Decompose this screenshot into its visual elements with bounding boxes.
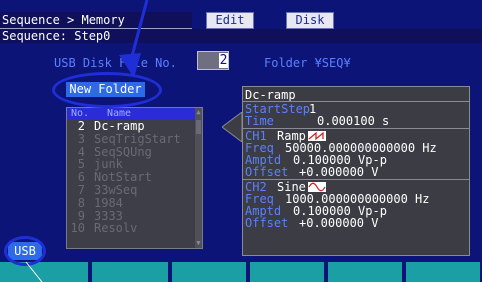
file-row[interactable]: 4 SeqSQUng [67,145,195,159]
start-step-value: 1 [309,102,317,116]
file-row[interactable]: 8 1984 [67,195,195,210]
sequence-status: Sequence: Step0 [0,29,482,43]
softkey-bar [0,262,482,282]
row-name: SeqTrigStart [94,131,181,146]
softkey-1[interactable] [0,262,90,282]
row-no: 3 [77,131,85,146]
scroll-up-icon[interactable]: ▲ [195,109,202,116]
time-key: Time [245,114,274,128]
detail-pointer-icon [222,112,242,142]
ch1-offset-key: Offset [245,165,289,179]
file-row[interactable]: 10 Resolv [67,222,195,235]
ch1-offset-row: Offset +0.000000 V [245,166,378,178]
file-number-value: 2 [219,53,228,68]
row-no: 10 [70,221,85,236]
softkey-4[interactable] [250,262,326,282]
row-no: 7 [77,182,85,197]
file-number-label: USB Disk File No. [54,56,177,70]
scroll-down-icon[interactable]: ▼ [195,240,202,247]
edit-tab[interactable]: Edit [206,12,254,29]
file-detail-panel: Dc-ramp StartStep1 Time 0.000100 s CH1 Ram… [242,86,470,256]
new-folder-highlight [52,72,162,108]
folder-path: Folder ¥SEQ¥ [264,56,351,70]
row-name: Resolv [94,221,138,236]
row-no: 8 [77,195,85,210]
file-list: No. Name 2 Dc-ramp 3 SeqTrigStart 4 SeqSQUn… [66,107,203,249]
softkey-2[interactable] [92,262,170,282]
instrument-screen: Sequence > Memory Edit Disk Sequence: St… [0,0,482,282]
row-name: Dc-ramp [94,119,145,133]
ramp-wave-icon [307,130,326,141]
ch2-offset-value: +0.000000 V [299,216,379,230]
file-row[interactable]: 7 33wSeq [67,184,195,197]
scroll-thumb[interactable] [196,120,201,134]
softkey-6[interactable] [406,262,482,282]
row-name: 33wSeq [94,182,138,197]
usb-highlight [4,236,46,266]
sine-wave-icon [307,181,326,192]
row-no: 2 [77,119,85,133]
disk-tab[interactable]: Disk [286,12,334,29]
file-list-scrollbar[interactable]: ▲ ▼ [195,108,202,248]
time-value: 0.000100 s [317,114,390,128]
detail-title: Dc-ramp [245,88,296,102]
file-row-selected[interactable]: 2 Dc-ramp [67,120,195,133]
ch1-offset-value: +0.000000 V [299,165,379,179]
time-row: Time 0.000100 s [245,115,389,127]
breadcrumb: Sequence > Memory [0,12,192,29]
file-row[interactable]: 3 SeqTrigStart [67,131,195,146]
row-name: 1984 [94,195,123,210]
softkey-3[interactable] [172,262,248,282]
softkey-5[interactable] [328,262,404,282]
ch2-offset-row: Offset +0.000000 V [245,217,378,229]
ch2-offset-key: Offset [245,216,289,230]
